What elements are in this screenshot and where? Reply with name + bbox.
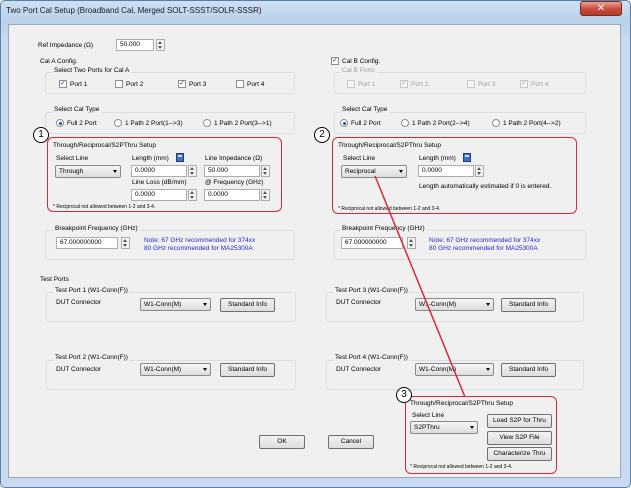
popup-title: Through/Reciprocal/S2PThru Setup bbox=[410, 400, 513, 407]
view-s2p-button[interactable]: View S2P File bbox=[487, 431, 552, 445]
chevron-down-icon bbox=[470, 426, 474, 429]
popup-select-line-label: Select Line bbox=[412, 412, 445, 419]
popup-select-line-combo[interactable]: S2PThru bbox=[410, 421, 478, 434]
load-s2p-button[interactable]: Load S2P for Thru bbox=[487, 414, 552, 428]
callout-3: 3 bbox=[396, 387, 412, 403]
connector-line bbox=[374, 175, 466, 398]
characterize-thru-button[interactable]: Characterize Thru bbox=[487, 447, 552, 461]
popup-footnote: * Reciprocal not allowed between 1-2 and… bbox=[410, 464, 513, 470]
popup-select-line-value: S2PThru bbox=[414, 424, 440, 431]
